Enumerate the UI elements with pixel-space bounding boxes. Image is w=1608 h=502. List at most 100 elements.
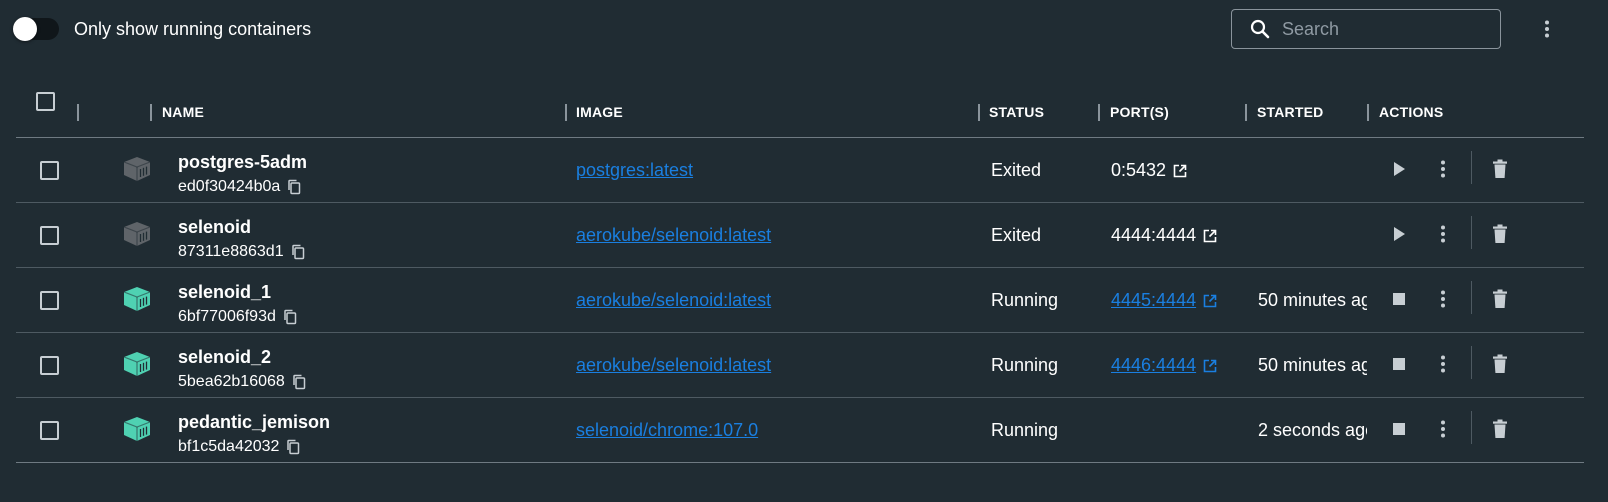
stop-icon[interactable] (1388, 353, 1410, 375)
copy-icon[interactable] (286, 439, 300, 455)
container-id-text: 87311e8863d1 (178, 243, 284, 260)
column-header-status[interactable]: STATUS (989, 86, 1044, 138)
column-separator[interactable] (77, 104, 79, 121)
table-header: NAME IMAGE STATUS PORT(S) STARTED ACTION… (16, 86, 1584, 138)
container-name[interactable]: selenoid_1 (178, 282, 271, 303)
port-text: 4445:4444 (1111, 290, 1197, 310)
play-icon[interactable] (1388, 223, 1410, 245)
column-separator[interactable] (565, 104, 567, 121)
trash-icon[interactable] (1489, 417, 1511, 441)
image-link[interactable]: postgres:latest (576, 160, 693, 181)
more-vertical-icon[interactable] (1432, 223, 1454, 245)
table-body: postgres-5adm ed0f30424b0a postgres:late… (16, 138, 1584, 463)
row-checkbox[interactable] (40, 356, 59, 375)
search-icon (1250, 19, 1270, 39)
row-checkbox[interactable] (40, 161, 59, 180)
action-divider (1471, 151, 1472, 184)
port-text: 4446:4444 (1111, 355, 1197, 375)
table-row[interactable]: postgres-5adm ed0f30424b0a postgres:late… (16, 138, 1584, 203)
status-text: Exited (991, 160, 1042, 180)
table-row[interactable]: selenoid_2 5bea62b16068 aerokube/selenoi… (16, 333, 1584, 398)
stop-icon[interactable] (1388, 288, 1410, 310)
status-text: Exited (991, 225, 1042, 245)
toggle-knob (13, 17, 37, 41)
more-vertical-icon[interactable] (1535, 17, 1559, 41)
container-icon (122, 351, 152, 377)
port-mapping[interactable]: 4444:4444 (1111, 225, 1217, 246)
container-name[interactable]: selenoid_2 (178, 347, 271, 368)
select-all-checkbox[interactable] (36, 92, 55, 111)
column-separator[interactable] (1367, 104, 1369, 121)
column-separator[interactable] (1098, 104, 1100, 121)
external-link-icon[interactable] (1203, 294, 1217, 308)
started-text: 50 minutes ago (1258, 290, 1367, 310)
running-containers-toggle[interactable] (13, 17, 59, 41)
container-id: bf1c5da42032 (178, 438, 300, 456)
column-header-actions: ACTIONS (1379, 104, 1444, 120)
column-separator[interactable] (150, 104, 152, 121)
container-id: 87311e8863d1 (178, 243, 305, 261)
action-divider (1471, 281, 1472, 314)
copy-icon[interactable] (283, 309, 297, 325)
table-row[interactable]: selenoid_1 6bf77006f93d aerokube/selenoi… (16, 268, 1584, 333)
container-id-text: ed0f30424b0a (178, 178, 281, 195)
toggle-label: Only show running containers (74, 19, 312, 39)
copy-icon[interactable] (292, 374, 306, 390)
search-input[interactable] (1282, 18, 1482, 40)
status-text: Running (991, 355, 1059, 375)
port-mapping[interactable]: 0:5432 (1111, 160, 1187, 181)
more-vertical-icon[interactable] (1432, 288, 1454, 310)
action-divider (1471, 346, 1472, 379)
trash-icon[interactable] (1489, 157, 1511, 181)
more-vertical-icon[interactable] (1432, 353, 1454, 375)
search-box[interactable] (1231, 9, 1501, 49)
column-header-image[interactable]: IMAGE (576, 86, 623, 138)
trash-icon[interactable] (1489, 287, 1511, 311)
container-id: ed0f30424b0a (178, 178, 301, 196)
more-vertical-icon[interactable] (1432, 158, 1454, 180)
container-icon (122, 156, 152, 182)
column-header-ports[interactable]: PORT(S) (1110, 86, 1169, 138)
port-mapping[interactable]: 4445:4444 (1111, 290, 1217, 311)
container-id-text: 6bf77006f93d (178, 308, 276, 325)
copy-icon[interactable] (291, 244, 305, 260)
started-text: 50 minutes ago (1258, 355, 1367, 375)
container-icon (122, 416, 152, 442)
table-row[interactable]: pedantic_jemison bf1c5da42032 selenoid/c… (16, 398, 1584, 463)
container-id: 5bea62b16068 (178, 373, 306, 391)
table-row[interactable]: selenoid 87311e8863d1 aerokube/selenoid:… (16, 203, 1584, 268)
containers-table: NAME IMAGE STATUS PORT(S) STARTED ACTION… (16, 86, 1584, 463)
port-mapping[interactable]: 4446:4444 (1111, 355, 1217, 376)
external-link-icon[interactable] (1203, 359, 1217, 373)
column-header-started[interactable]: STARTED (1257, 86, 1323, 138)
trash-icon[interactable] (1489, 222, 1511, 246)
image-link[interactable]: aerokube/selenoid:latest (576, 355, 771, 376)
stop-icon[interactable] (1388, 418, 1410, 440)
action-divider (1471, 216, 1472, 249)
copy-icon[interactable] (287, 179, 301, 195)
container-icon (122, 286, 152, 312)
port-text: 4444:4444 (1111, 225, 1197, 245)
status-text: Running (991, 420, 1059, 440)
more-vertical-icon[interactable] (1432, 418, 1454, 440)
image-link[interactable]: aerokube/selenoid:latest (576, 225, 771, 246)
column-separator[interactable] (978, 104, 980, 121)
container-name[interactable]: pedantic_jemison (178, 412, 330, 433)
container-name[interactable]: selenoid (178, 217, 251, 238)
container-id-text: 5bea62b16068 (178, 373, 285, 390)
column-header-name[interactable]: NAME (162, 86, 204, 138)
container-name[interactable]: postgres-5adm (178, 152, 307, 173)
image-link[interactable]: aerokube/selenoid:latest (576, 290, 771, 311)
play-icon[interactable] (1388, 158, 1410, 180)
trash-icon[interactable] (1489, 352, 1511, 376)
column-separator[interactable] (1245, 104, 1247, 121)
row-checkbox[interactable] (40, 421, 59, 440)
row-checkbox[interactable] (40, 226, 59, 245)
action-divider (1471, 411, 1472, 444)
external-link-icon[interactable] (1203, 229, 1217, 243)
status-text: Running (991, 290, 1059, 310)
image-link[interactable]: selenoid/chrome:107.0 (576, 420, 758, 441)
external-link-icon[interactable] (1173, 164, 1187, 178)
row-checkbox[interactable] (40, 291, 59, 310)
started-text: 2 seconds ago (1258, 420, 1367, 440)
